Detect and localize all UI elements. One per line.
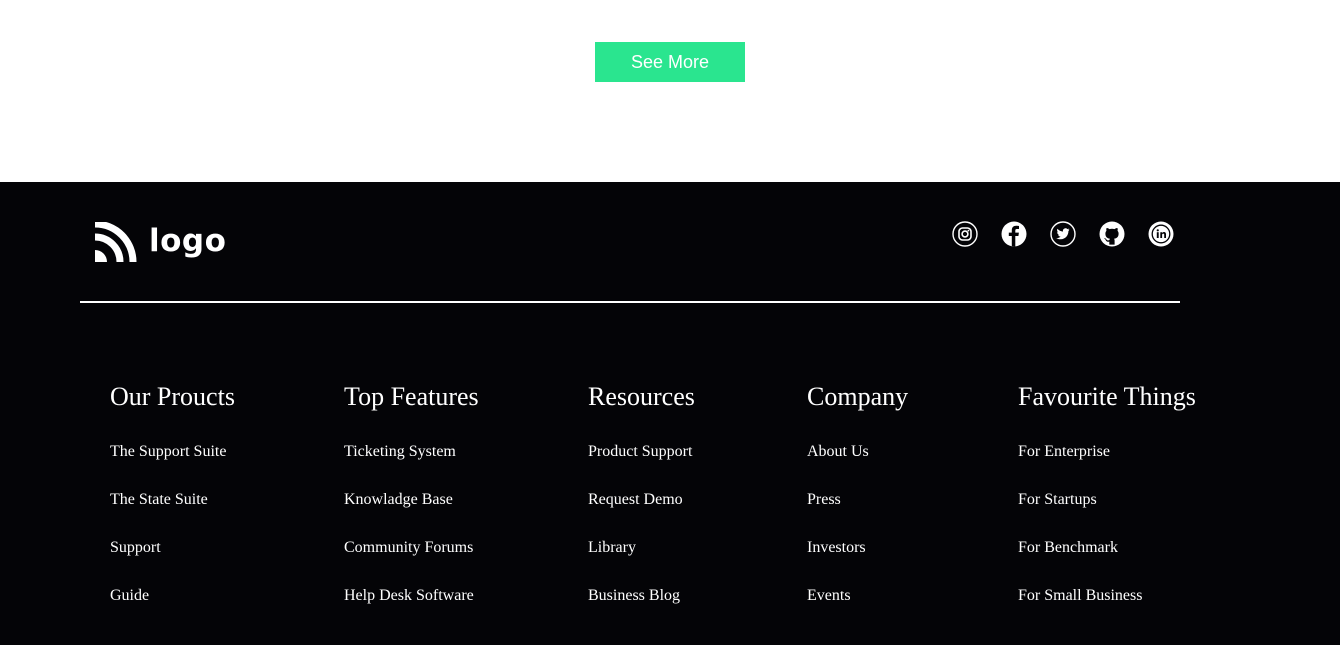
column-heading: Company xyxy=(807,382,909,411)
column-heading: Top Features xyxy=(344,382,479,411)
footer-link-guide[interactable]: Guide xyxy=(110,587,149,604)
footer-link-for-startups[interactable]: For Startups xyxy=(1018,491,1097,508)
footer-column-features: Top Features Ticketing System Knowladge … xyxy=(344,380,479,604)
linkedin-link[interactable] xyxy=(1148,221,1174,247)
social-links xyxy=(952,221,1174,247)
footer-link-support-suite[interactable]: The Support Suite xyxy=(110,443,226,460)
footer-column-favourite-things: Favourite Things For Enterprise For Star… xyxy=(1018,380,1196,604)
footer-logo[interactable]: logo xyxy=(95,222,226,262)
logo-text: logo xyxy=(149,223,227,259)
footer-link-knowledge-base[interactable]: Knowladge Base xyxy=(344,491,453,508)
instagram-icon xyxy=(952,221,978,247)
instagram-link[interactable] xyxy=(952,221,978,247)
footer-column-products: Our Proucts The Support Suite The State … xyxy=(110,380,235,604)
logo-mark-icon xyxy=(95,222,137,262)
facebook-icon xyxy=(1001,221,1027,247)
footer-link-press[interactable]: Press xyxy=(807,491,841,508)
footer-link-support[interactable]: Support xyxy=(110,539,161,556)
footer-link-for-small-business[interactable]: For Small Business xyxy=(1018,587,1142,604)
see-more-button[interactable]: See More xyxy=(595,42,745,82)
footer-column-resources: Resources Product Support Request Demo L… xyxy=(588,380,695,604)
facebook-link[interactable] xyxy=(1001,221,1027,247)
footer-divider xyxy=(80,301,1180,303)
twitter-link[interactable] xyxy=(1050,221,1076,247)
footer-link-about-us[interactable]: About Us xyxy=(807,443,869,460)
footer-link-library[interactable]: Library xyxy=(588,539,636,556)
footer-link-request-demo[interactable]: Request Demo xyxy=(588,491,683,508)
twitter-icon xyxy=(1050,221,1076,247)
footer-link-community-forums[interactable]: Community Forums xyxy=(344,539,473,556)
footer-link-state-suite[interactable]: The State Suite xyxy=(110,491,208,508)
linkedin-icon xyxy=(1148,221,1174,247)
footer-link-events[interactable]: Events xyxy=(807,587,851,604)
footer-column-company: Company About Us Press Investors Events xyxy=(807,380,909,604)
footer-link-product-support[interactable]: Product Support xyxy=(588,443,692,460)
footer-link-investors[interactable]: Investors xyxy=(807,539,866,556)
column-heading: Resources xyxy=(588,382,695,411)
footer-link-ticketing-system[interactable]: Ticketing System xyxy=(344,443,456,460)
column-heading: Favourite Things xyxy=(1018,382,1196,411)
github-link[interactable] xyxy=(1099,221,1125,247)
footer-link-for-benchmark[interactable]: For Benchmark xyxy=(1018,539,1118,556)
github-icon xyxy=(1099,221,1125,247)
footer-link-business-blog[interactable]: Business Blog xyxy=(588,587,680,604)
footer-link-help-desk-software[interactable]: Help Desk Software xyxy=(344,587,474,604)
column-heading: Our Proucts xyxy=(110,382,235,411)
footer-link-for-enterprise[interactable]: For Enterprise xyxy=(1018,443,1110,460)
